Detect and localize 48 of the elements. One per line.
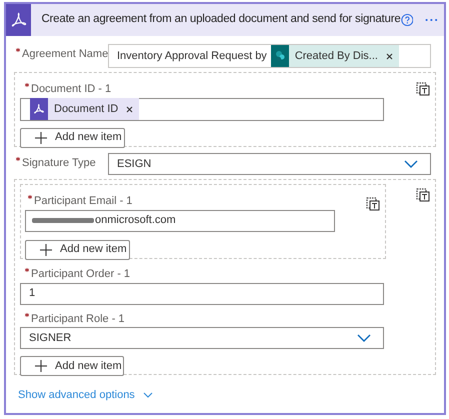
- remove-icon[interactable]: [386, 52, 393, 60]
- redaction-bar: [32, 218, 94, 223]
- more-options-icon[interactable]: [425, 18, 438, 22]
- advanced-options-link[interactable]: Show advanced options: [18, 387, 153, 404]
- add-item-button[interactable]: Add new item: [20, 356, 124, 376]
- required-icon: [25, 83, 29, 87]
- field-label: Signature Type: [22, 156, 96, 171]
- dynamic-token[interactable]: Created By Dis...: [270, 45, 399, 67]
- field-text: onmicrosoft.com: [95, 213, 176, 228]
- add-item-button[interactable]: Add new item: [20, 128, 125, 148]
- field-label: Document ID - 1: [31, 82, 112, 97]
- required-icon: [25, 268, 29, 272]
- email-field[interactable]: onmicrosoft.com: [25, 210, 335, 232]
- token-label: Document ID: [54, 102, 118, 117]
- field-text: 1: [29, 286, 36, 302]
- field-text: Inventory Approval Request by: [117, 48, 267, 64]
- field-label: Participant Role - 1: [31, 312, 125, 326]
- required-icon: [25, 312, 29, 316]
- copy-icon[interactable]: [416, 188, 430, 202]
- required-icon: [16, 157, 20, 161]
- chevron-down-icon: [142, 392, 153, 398]
- copy-icon[interactable]: [416, 82, 430, 96]
- copy-icon[interactable]: [366, 197, 380, 211]
- text-field[interactable]: Document ID: [20, 98, 384, 120]
- card-title: Create an agreement from an uploaded document and send for signature: [41, 12, 401, 28]
- text-field[interactable]: 1: [20, 282, 384, 304]
- required-icon: [28, 195, 32, 199]
- adobe-icon: [30, 98, 48, 120]
- field-label: Participant Email - 1: [34, 194, 132, 209]
- token-label: Created By Dis...: [294, 48, 378, 64]
- chevron-down-icon[interactable]: [404, 160, 418, 168]
- plus-icon: [40, 244, 52, 256]
- add-item-button[interactable]: Add new item: [25, 240, 130, 260]
- dropdown-value: ESIGN: [117, 156, 152, 172]
- remove-icon[interactable]: [126, 106, 134, 112]
- dropdown[interactable]: ESIGN: [108, 153, 431, 175]
- dropdown-value: SIGNER: [29, 330, 72, 346]
- help-icon[interactable]: [400, 12, 414, 28]
- required-icon: [16, 48, 20, 52]
- chevron-down-icon[interactable]: [357, 334, 371, 342]
- plus-icon: [35, 360, 47, 372]
- field-label: Participant Order - 1: [31, 267, 130, 282]
- field-label: Agreement Name: [22, 47, 108, 62]
- dynamic-token[interactable]: Document ID: [30, 98, 140, 120]
- plus-icon: [35, 132, 47, 144]
- dropdown[interactable]: SIGNER: [20, 327, 384, 349]
- text-field[interactable]: Inventory Approval Request by Created By Dis...: [108, 44, 431, 68]
- sharepoint-icon: [270, 45, 289, 67]
